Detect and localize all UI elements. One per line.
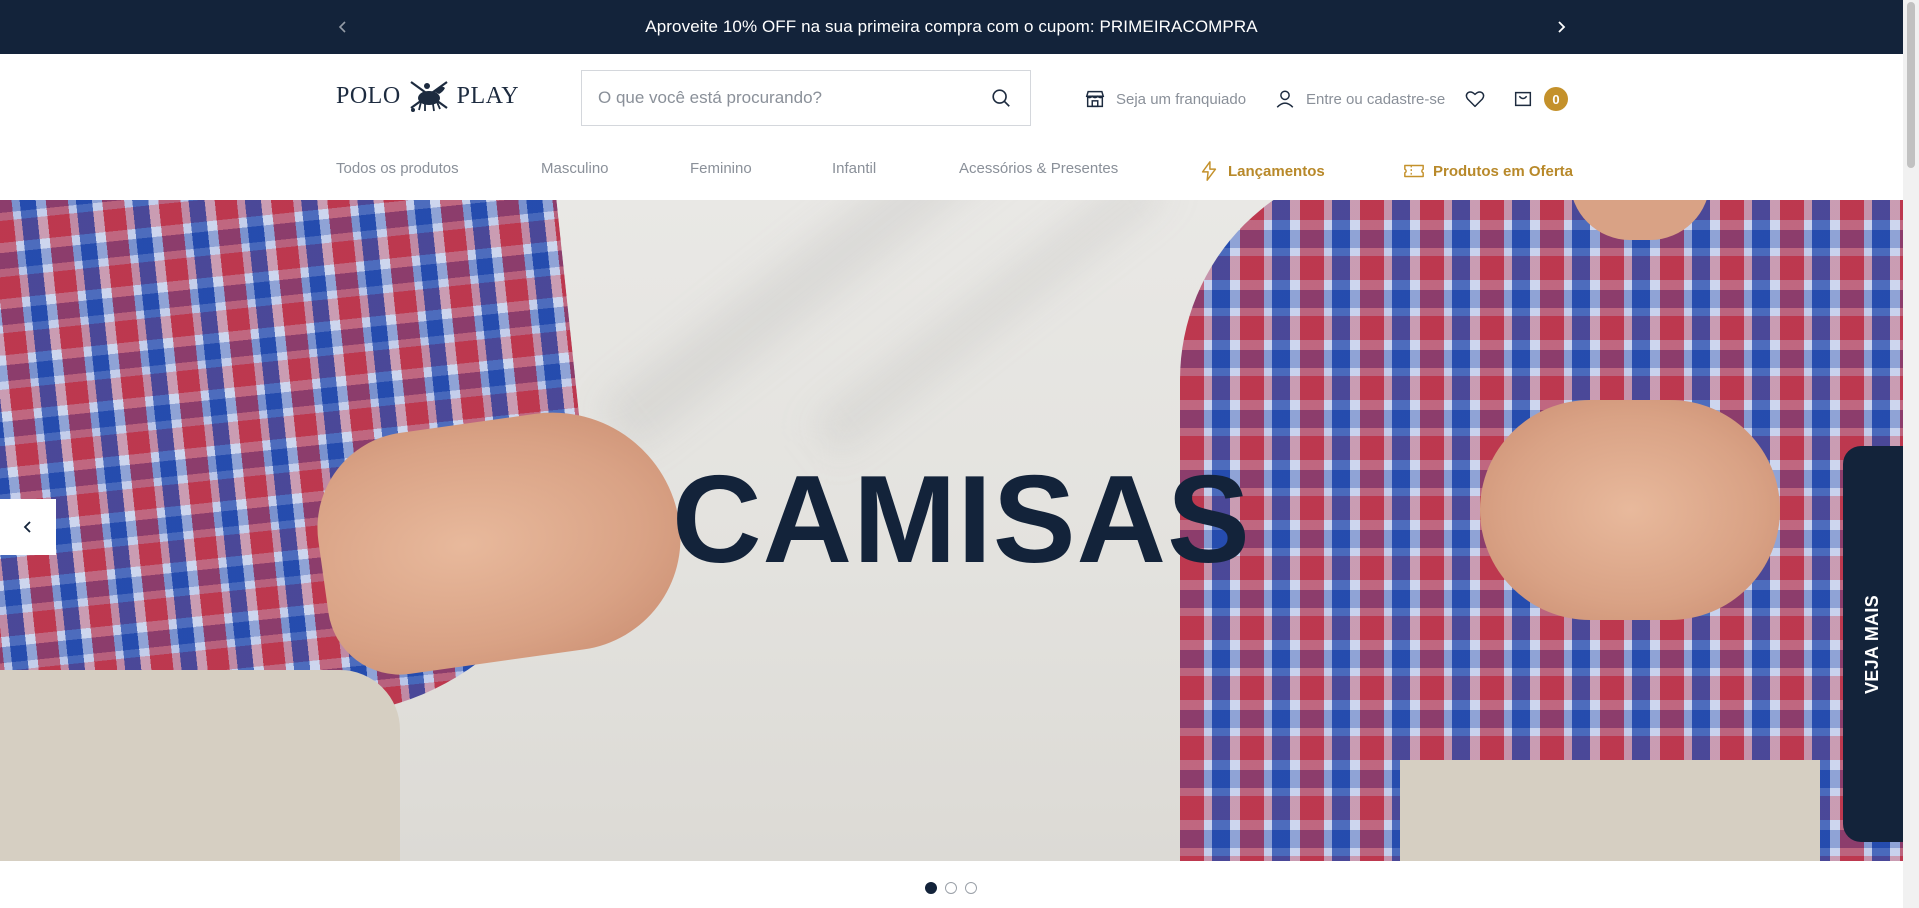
nav-item-all-products[interactable]: Todos os produtos	[336, 160, 459, 177]
site-header: POLO PLAY Seja	[0, 54, 1903, 200]
search-input[interactable]	[598, 88, 988, 108]
slider-dot-3[interactable]	[965, 882, 977, 894]
main-nav: Todos os produtos Masculino Feminino Inf…	[0, 154, 1903, 194]
nav-item-label: Acessórios & Presentes	[959, 160, 1119, 177]
chevron-left-icon	[23, 521, 31, 533]
see-more-side-tab[interactable]: VEJA MAIS	[1843, 446, 1903, 842]
cart-count-badge: 0	[1544, 87, 1568, 111]
promo-prev-button[interactable]	[328, 0, 358, 54]
search-icon	[992, 89, 1010, 107]
wishlist-button[interactable]	[1464, 84, 1486, 114]
logo-word-right: PLAY	[456, 82, 520, 109]
nav-item-kids[interactable]: Infantil	[832, 160, 876, 177]
nav-item-men[interactable]: Masculino	[541, 160, 609, 177]
scrollbar-thumb[interactable]	[1907, 2, 1915, 168]
polo-horse-logo-icon	[405, 74, 453, 119]
chevron-right-icon	[1558, 21, 1566, 33]
nav-item-accessories[interactable]: Acessórios & Presentes	[959, 160, 1118, 177]
pants-left	[0, 670, 400, 861]
promo-bar: Aproveite 10% OFF na sua primeira compra…	[0, 0, 1903, 54]
page-scrollbar[interactable]	[1903, 0, 1919, 908]
slider-dots	[925, 882, 977, 894]
logo-word-left: POLO	[336, 82, 401, 109]
see-more-label: VEJA MAIS	[1862, 594, 1883, 694]
nav-item-label: Feminino	[690, 160, 752, 177]
user-icon	[1276, 90, 1294, 108]
nav-item-label: Todos os produtos	[336, 160, 459, 177]
search-button[interactable]	[988, 85, 1014, 111]
slider-dot-1[interactable]	[925, 882, 937, 894]
hero-headline: CAMISAS	[672, 451, 1251, 589]
nav-item-new-arrivals[interactable]: Lançamentos	[1198, 160, 1325, 182]
account-link[interactable]: Entre ou cadastre-se	[1274, 84, 1445, 114]
hero-prev-button[interactable]	[0, 499, 56, 555]
franchise-link[interactable]: Seja um franquiado	[1084, 84, 1246, 114]
cart-button[interactable]: 0	[1512, 84, 1568, 114]
nav-item-label: Masculino	[541, 160, 609, 177]
hero-banner[interactable]: CAMISAS VEJA MAIS	[0, 200, 1903, 861]
account-label: Entre ou cadastre-se	[1306, 90, 1446, 108]
promo-text: Aproveite 10% OFF na sua primeira compra…	[645, 17, 1258, 36]
nav-item-label: Infantil	[832, 160, 877, 177]
store-icon	[1085, 90, 1105, 108]
ticket-icon	[1404, 164, 1424, 178]
pants-right	[1400, 760, 1820, 861]
franchise-label: Seja um franquiado	[1116, 90, 1247, 108]
search-box	[581, 70, 1031, 126]
nav-item-women[interactable]: Feminino	[690, 160, 752, 177]
logo[interactable]: POLO PLAY	[336, 76, 519, 116]
lightning-icon	[1201, 161, 1217, 181]
nav-item-label: Produtos em Oferta	[1433, 162, 1574, 180]
slider-dot-2[interactable]	[945, 882, 957, 894]
chevron-left-icon	[338, 21, 346, 33]
hands-right	[1480, 400, 1780, 620]
nav-item-offers[interactable]: Produtos em Oferta	[1403, 160, 1573, 182]
promo-next-button[interactable]	[1546, 0, 1576, 54]
heart-icon	[1465, 91, 1485, 108]
nav-item-label: Lançamentos	[1228, 162, 1325, 180]
shopping-bag-icon	[1514, 91, 1532, 107]
